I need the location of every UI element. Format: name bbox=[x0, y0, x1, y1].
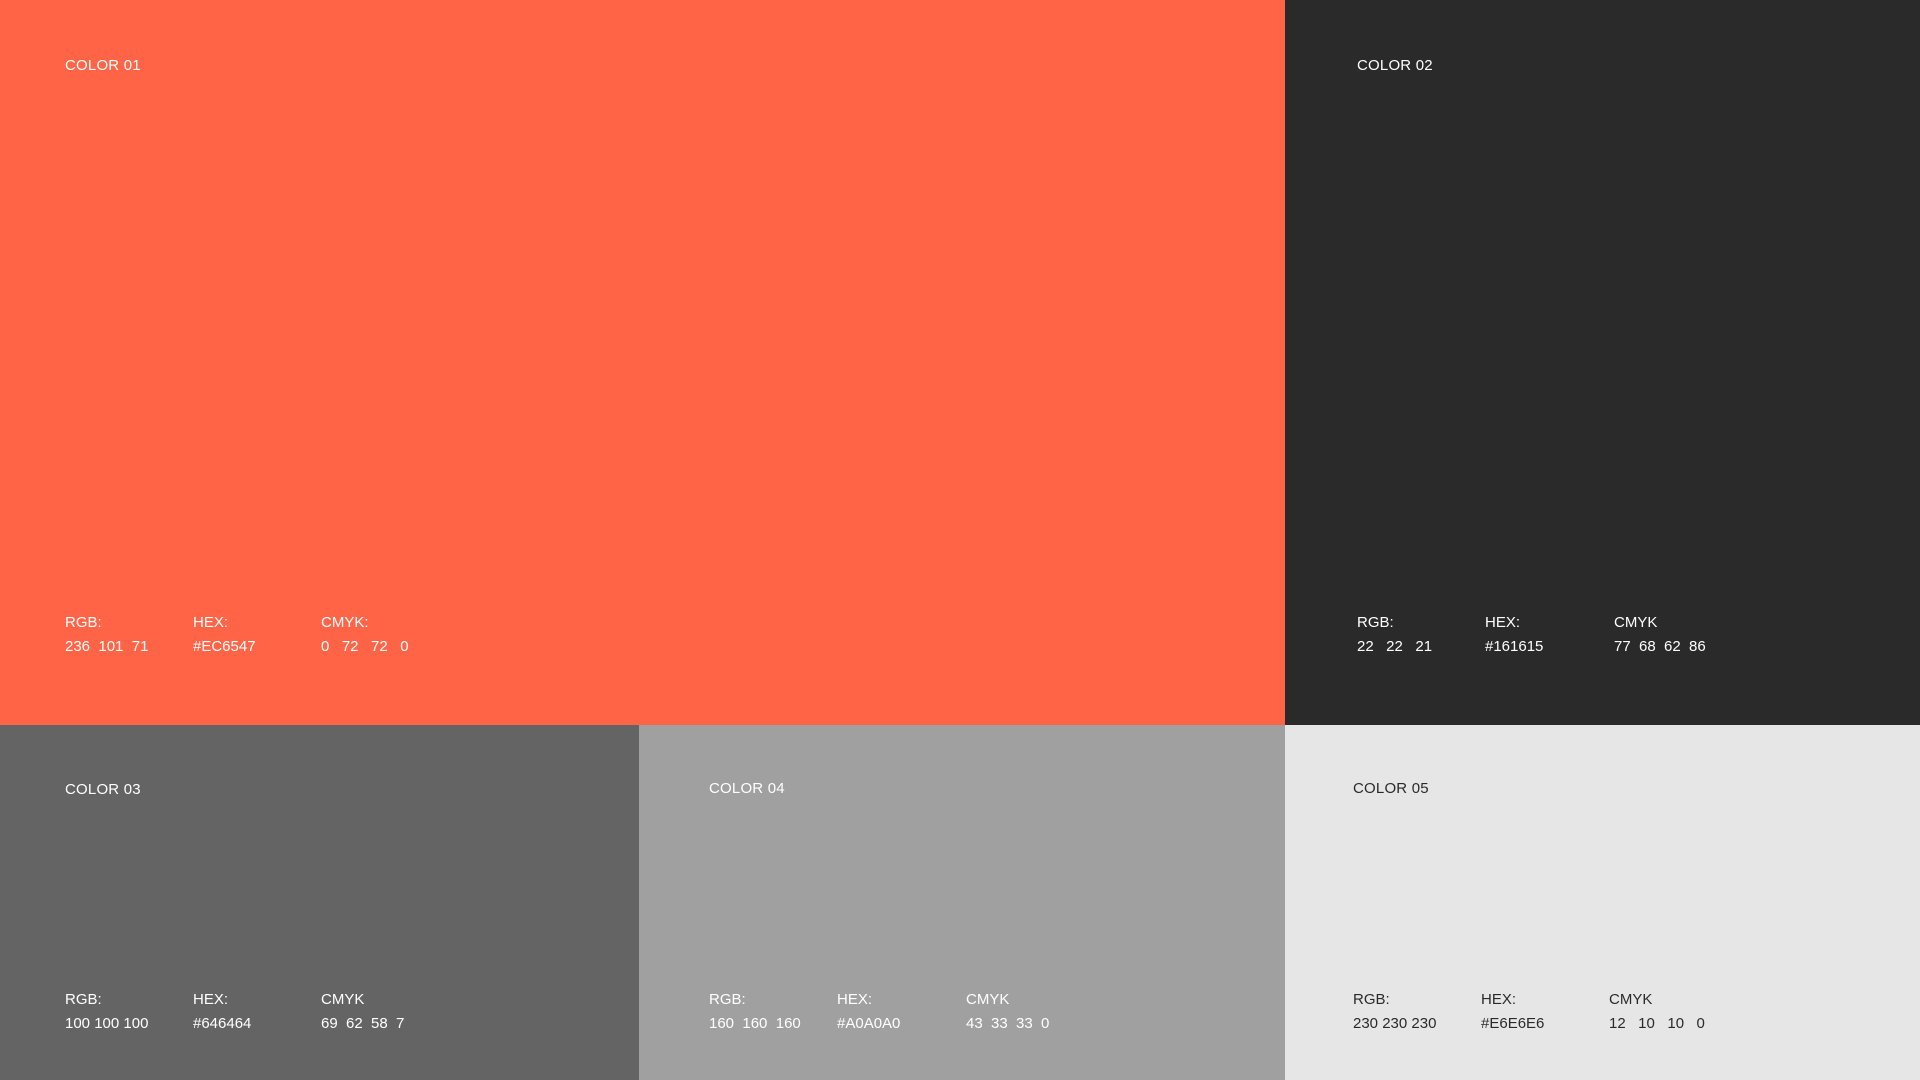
cmyk-label: CMYK: bbox=[321, 614, 369, 631]
cmyk-value: 12 10 10 0 bbox=[1609, 1015, 1705, 1032]
cmyk-label: CMYK bbox=[1614, 614, 1658, 631]
rgb-label: RGB: bbox=[65, 614, 102, 631]
swatch-title: COLOR 04 bbox=[709, 780, 785, 797]
rgb-value: 230 230 230 bbox=[1353, 1015, 1437, 1032]
hex-value: #161615 bbox=[1485, 638, 1544, 655]
rgb-value: 236 101 71 bbox=[65, 638, 149, 655]
hex-value: #A0A0A0 bbox=[837, 1015, 901, 1032]
swatch-color-05: COLOR 05 RGB: 230 230 230 HEX: #E6E6E6 C… bbox=[1285, 725, 1920, 1080]
cmyk-value: 69 62 58 7 bbox=[321, 1015, 405, 1032]
color-palette: COLOR 01 RGB: 236 101 71 HEX: #EC6547 CM… bbox=[0, 0, 1920, 1080]
rgb-label: RGB: bbox=[709, 991, 746, 1008]
cmyk-spec: CMYK 69 62 58 7 bbox=[321, 988, 404, 1036]
hex-label: HEX: bbox=[193, 614, 229, 631]
swatch-title: COLOR 05 bbox=[1353, 780, 1429, 797]
rgb-value: 22 22 21 bbox=[1357, 638, 1433, 655]
hex-value: #E6E6E6 bbox=[1481, 1015, 1545, 1032]
cmyk-value: 0 72 72 0 bbox=[321, 638, 409, 655]
cmyk-label: CMYK bbox=[1609, 991, 1653, 1008]
hex-label: HEX: bbox=[193, 991, 229, 1008]
hex-spec: HEX: #A0A0A0 bbox=[837, 988, 900, 1036]
swatch-title: COLOR 01 bbox=[65, 57, 141, 74]
cmyk-label: CMYK bbox=[966, 991, 1010, 1008]
rgb-spec: RGB: 236 101 71 bbox=[65, 611, 148, 659]
hex-label: HEX: bbox=[837, 991, 873, 1008]
swatch-color-01: COLOR 01 RGB: 236 101 71 HEX: #EC6547 CM… bbox=[0, 0, 1285, 725]
cmyk-label: CMYK bbox=[321, 991, 365, 1008]
swatch-color-04: COLOR 04 RGB: 160 160 160 HEX: #A0A0A0 C… bbox=[639, 725, 1285, 1080]
rgb-spec: RGB: 22 22 21 bbox=[1357, 611, 1432, 659]
cmyk-spec: CMYK 43 33 33 0 bbox=[966, 988, 1049, 1036]
swatch-color-03: COLOR 03 RGB: 100 100 100 HEX: #646464 C… bbox=[0, 725, 639, 1080]
cmyk-value: 43 33 33 0 bbox=[966, 1015, 1050, 1032]
rgb-value: 160 160 160 bbox=[709, 1015, 801, 1032]
cmyk-spec: CMYK 77 68 62 86 bbox=[1614, 611, 1706, 659]
swatch-title: COLOR 03 bbox=[65, 781, 141, 798]
hex-spec: HEX: #161615 bbox=[1485, 611, 1543, 659]
rgb-spec: RGB: 230 230 230 bbox=[1353, 988, 1436, 1036]
hex-label: HEX: bbox=[1481, 991, 1517, 1008]
hex-spec: HEX: #646464 bbox=[193, 988, 251, 1036]
hex-value: #646464 bbox=[193, 1015, 252, 1032]
rgb-value: 100 100 100 bbox=[65, 1015, 149, 1032]
cmyk-value: 77 68 62 86 bbox=[1614, 638, 1706, 655]
rgb-label: RGB: bbox=[1353, 991, 1390, 1008]
hex-value: #EC6547 bbox=[193, 638, 256, 655]
rgb-spec: RGB: 100 100 100 bbox=[65, 988, 148, 1036]
hex-spec: HEX: #E6E6E6 bbox=[1481, 988, 1544, 1036]
cmyk-spec: CMYK: 0 72 72 0 bbox=[321, 611, 409, 659]
hex-label: HEX: bbox=[1485, 614, 1521, 631]
rgb-label: RGB: bbox=[1357, 614, 1394, 631]
swatch-color-02: COLOR 02 RGB: 22 22 21 HEX: #161615 CMYK… bbox=[1285, 0, 1920, 725]
rgb-label: RGB: bbox=[65, 991, 102, 1008]
rgb-spec: RGB: 160 160 160 bbox=[709, 988, 801, 1036]
cmyk-spec: CMYK 12 10 10 0 bbox=[1609, 988, 1705, 1036]
hex-spec: HEX: #EC6547 bbox=[193, 611, 256, 659]
swatch-title: COLOR 02 bbox=[1357, 57, 1433, 74]
